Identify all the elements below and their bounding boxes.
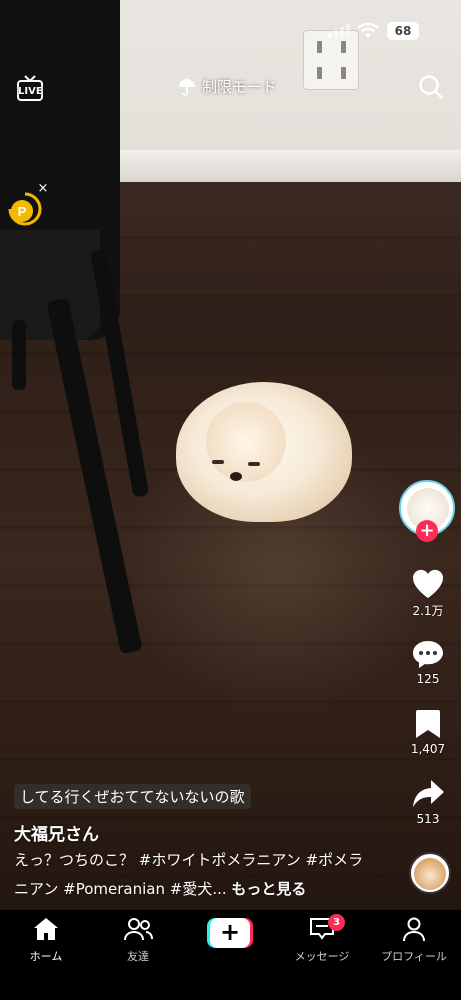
live-label: LIVE	[18, 86, 43, 97]
tab-inbox[interactable]: 3 メッセージ	[276, 914, 368, 964]
chair-leg	[12, 320, 26, 390]
share-button[interactable]: 513	[396, 778, 460, 826]
tab-home[interactable]: ホーム	[0, 916, 92, 964]
heart-icon	[412, 569, 444, 598]
cellular-signal-icon	[328, 24, 350, 38]
inbox-badge: 3	[328, 914, 345, 931]
sound-sticker[interactable]: してる行くぜおててないないの歌	[14, 784, 394, 809]
cat-avatar-icon	[414, 858, 446, 890]
create-button[interactable]: +	[207, 918, 253, 948]
author-name[interactable]: 大福兄さん	[14, 820, 99, 845]
wifi-icon	[357, 22, 379, 38]
comment-icon	[413, 641, 443, 668]
search-icon[interactable]	[418, 74, 444, 100]
top-bar: LIVE 制限モード	[0, 68, 461, 108]
tab-profile-label: プロフィール	[381, 950, 447, 963]
tab-friends-label: 友達	[127, 950, 149, 963]
plus-icon: +	[210, 918, 250, 948]
tab-home-label: ホーム	[29, 950, 63, 963]
sound-tag: してる行くぜおててないないの歌	[14, 784, 251, 809]
share-count: 513	[416, 812, 440, 826]
description-text: えっ？つちのこ？ #ホワイトポメラニアン #ポメラニアン #Pomeranian…	[14, 851, 364, 898]
bookmark-count: 1,407	[410, 742, 446, 756]
reward-coin-icon[interactable]: P	[8, 192, 42, 226]
share-icon	[413, 780, 444, 807]
bell-off-icon	[105, 24, 119, 38]
tab-inbox-label: メッセージ	[294, 950, 350, 963]
mode-label: 制限モード	[202, 78, 278, 96]
video-description[interactable]: えっ？つちのこ？ #ホワイトポメラニアン #ポメラニアン #Pomeranian…	[14, 846, 366, 904]
tab-friends[interactable]: 友達	[92, 916, 184, 964]
music-disc[interactable]	[409, 852, 451, 894]
comment-button[interactable]: 125	[396, 638, 460, 686]
home-icon	[34, 918, 58, 940]
clock: 22:19	[52, 20, 101, 41]
battery-indicator: 68	[387, 22, 419, 40]
profile-icon	[403, 917, 425, 942]
status-bar: 22:19 68	[0, 0, 461, 60]
tab-profile[interactable]: プロフィール	[368, 916, 460, 964]
close-icon[interactable]: ×	[36, 182, 50, 196]
comment-count: 125	[416, 672, 440, 686]
bookmark-button[interactable]: 1,407	[396, 708, 460, 756]
bookmark-icon	[416, 710, 440, 738]
like-button[interactable]: 2.1万	[396, 568, 460, 619]
video-player[interactable]	[0, 0, 461, 910]
pomeranian-dog	[176, 362, 352, 522]
live-tv-icon[interactable]: LIVE	[16, 74, 44, 102]
friends-icon	[124, 918, 153, 941]
bottom-tab-bar: ホーム 友達 + 3 メッセージ プロフィール	[0, 910, 461, 1000]
like-count: 2.1万	[412, 604, 444, 618]
see-more-link[interactable]: もっと見る	[231, 880, 306, 898]
restricted-mode-toggle[interactable]: 制限モード	[178, 76, 277, 97]
svg-text:P: P	[18, 204, 27, 219]
follow-button[interactable]: +	[416, 520, 438, 542]
umbrella-icon	[179, 78, 195, 96]
